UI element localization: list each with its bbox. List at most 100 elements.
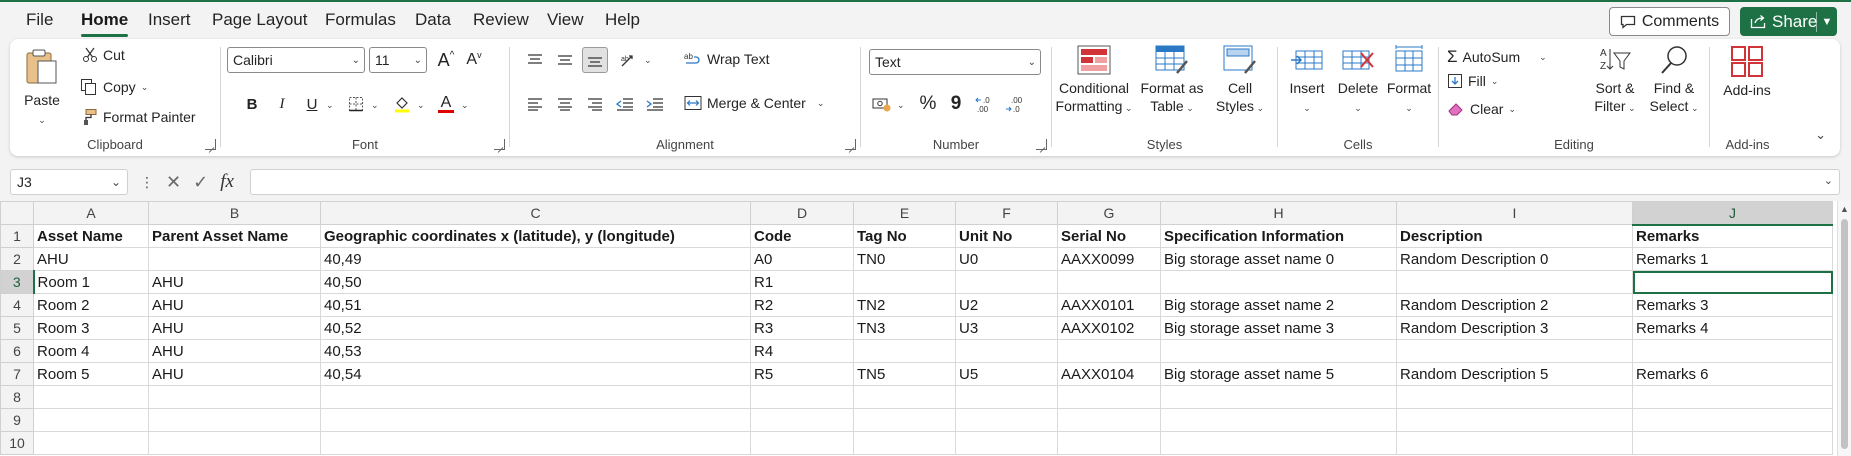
cell-e10[interactable] (853, 431, 956, 455)
cell-b1[interactable]: Parent Asset Name (148, 224, 321, 248)
cell-e8[interactable] (853, 385, 956, 409)
underline-dropdown-icon[interactable]: ⌄ (326, 100, 334, 111)
format-cells-button[interactable]: Format ⌄ (1384, 45, 1434, 117)
number-launcher-icon[interactable] (1036, 139, 1047, 150)
cell-b6[interactable]: AHU (148, 339, 321, 363)
cell-a5[interactable]: Room 3 (33, 316, 149, 340)
cell-g4[interactable]: AAXX0101 (1057, 293, 1161, 317)
font-color-button[interactable]: A (433, 91, 459, 117)
cell-d10[interactable] (750, 431, 854, 455)
cell-j2[interactable]: Remarks 1 (1632, 247, 1833, 271)
font-name-select[interactable]: Calibri ⌄ (227, 47, 365, 73)
grow-font-button[interactable]: A ^ (433, 47, 459, 73)
cell-f7[interactable]: U5 (955, 362, 1058, 386)
cell-g2[interactable]: AAXX0099 (1057, 247, 1161, 271)
cell-f9[interactable] (955, 408, 1058, 432)
borders-button[interactable] (343, 91, 369, 117)
row-header[interactable]: 10 (0, 431, 34, 455)
underline-button[interactable]: U (299, 91, 325, 117)
alignment-launcher-icon[interactable] (845, 139, 856, 150)
align-bottom-button[interactable] (582, 47, 608, 73)
cell-j5[interactable]: Remarks 4 (1632, 316, 1833, 340)
cell-d8[interactable] (750, 385, 854, 409)
cell-h4[interactable]: Big storage asset name 2 (1160, 293, 1397, 317)
italic-button[interactable]: I (269, 91, 295, 117)
font-color-dropdown-icon[interactable]: ⌄ (461, 100, 469, 111)
tab-insert[interactable]: Insert (148, 10, 191, 30)
fill-color-button[interactable] (389, 91, 415, 117)
format-painter-button[interactable]: Format Painter (80, 108, 196, 126)
orientation-button[interactable]: ab (616, 47, 642, 73)
cell-c8[interactable] (320, 385, 751, 409)
increase-indent-button[interactable] (642, 91, 668, 117)
cell-c9[interactable] (320, 408, 751, 432)
cell-h3[interactable] (1160, 270, 1397, 294)
cell-g8[interactable] (1057, 385, 1161, 409)
cell-f4[interactable]: U2 (955, 293, 1058, 317)
cell-i9[interactable] (1396, 408, 1633, 432)
cell-e3[interactable] (853, 270, 956, 294)
cell-c5[interactable]: 40,52 (320, 316, 751, 340)
accounting-dropdown-icon[interactable]: ⌄ (897, 100, 905, 111)
cancel-entry-icon[interactable]: ✕ (166, 172, 181, 193)
font-launcher-icon[interactable] (494, 139, 505, 150)
tab-review[interactable]: Review (473, 10, 529, 30)
align-left-button[interactable] (522, 91, 548, 117)
cell-h6[interactable] (1160, 339, 1397, 363)
tab-page-layout[interactable]: Page Layout (212, 10, 307, 30)
clear-button[interactable]: Clear ⌄ (1447, 101, 1516, 117)
cell-f5[interactable]: U3 (955, 316, 1058, 340)
column-header-f[interactable]: F (955, 201, 1058, 225)
row-header[interactable]: 8 (0, 385, 34, 409)
row-header[interactable]: 5 (0, 316, 34, 340)
paste-button[interactable]: Paste ⌄ (22, 47, 62, 129)
fill-button[interactable]: Fill ⌄ (1447, 73, 1498, 89)
cell-styles-button[interactable]: Cell Styles ⌄ (1210, 45, 1270, 117)
cell-i1[interactable]: Description (1396, 224, 1633, 248)
row-header[interactable]: 2 (0, 247, 34, 271)
tab-data[interactable]: Data (415, 10, 451, 30)
cell-a2[interactable]: AHU (33, 247, 149, 271)
orientation-dropdown-icon[interactable]: ⌄ (644, 55, 652, 66)
confirm-entry-icon[interactable]: ✓ (193, 172, 208, 193)
cell-c6[interactable]: 40,53 (320, 339, 751, 363)
cell-e4[interactable]: TN2 (853, 293, 956, 317)
cell-j7[interactable]: Remarks 6 (1632, 362, 1833, 386)
comments-button[interactable]: Comments (1609, 7, 1730, 36)
percent-button[interactable]: % (915, 91, 941, 117)
find-select-button[interactable]: Find & Select ⌄ (1644, 45, 1704, 117)
cell-e6[interactable] (853, 339, 956, 363)
cell-j1[interactable]: Remarks (1632, 224, 1833, 248)
share-button[interactable]: Share ▼ (1740, 7, 1837, 36)
conditional-formatting-button[interactable]: Conditional Formatting ⌄ (1053, 45, 1135, 117)
cell-d4[interactable]: R2 (750, 293, 854, 317)
cell-d2[interactable]: A0 (750, 247, 854, 271)
cell-g3[interactable] (1057, 270, 1161, 294)
expand-formula-bar-icon[interactable]: ⌄ (1824, 174, 1833, 187)
clear-dropdown-icon[interactable]: ⌄ (1508, 104, 1516, 115)
align-center-button[interactable] (552, 91, 578, 117)
cell-j3[interactable] (1632, 270, 1833, 294)
cell-j6[interactable] (1632, 339, 1833, 363)
tab-file[interactable]: File (26, 10, 53, 30)
cell-g6[interactable] (1057, 339, 1161, 363)
cell-g10[interactable] (1057, 431, 1161, 455)
cell-d5[interactable]: R3 (750, 316, 854, 340)
cell-d3[interactable]: R1 (750, 270, 854, 294)
paste-dropdown-icon[interactable]: ⌄ (38, 115, 46, 125)
bold-button[interactable]: B (239, 91, 265, 117)
cell-g1[interactable]: Serial No (1057, 224, 1161, 248)
number-format-select[interactable]: Text ⌄ (869, 49, 1041, 75)
cell-b9[interactable] (148, 408, 321, 432)
row-header[interactable]: 4 (0, 293, 34, 317)
fill-dropdown-icon[interactable]: ⌄ (1491, 76, 1499, 87)
font-size-select[interactable]: 11 ⌄ (369, 47, 427, 73)
comma-style-button[interactable]: 9 (943, 91, 969, 117)
cell-f1[interactable]: Unit No (955, 224, 1058, 248)
cell-c2[interactable]: 40,49 (320, 247, 751, 271)
cell-h10[interactable] (1160, 431, 1397, 455)
cell-b3[interactable]: AHU (148, 270, 321, 294)
row-header[interactable]: 7 (0, 362, 34, 386)
cell-d6[interactable]: R4 (750, 339, 854, 363)
cell-d9[interactable] (750, 408, 854, 432)
